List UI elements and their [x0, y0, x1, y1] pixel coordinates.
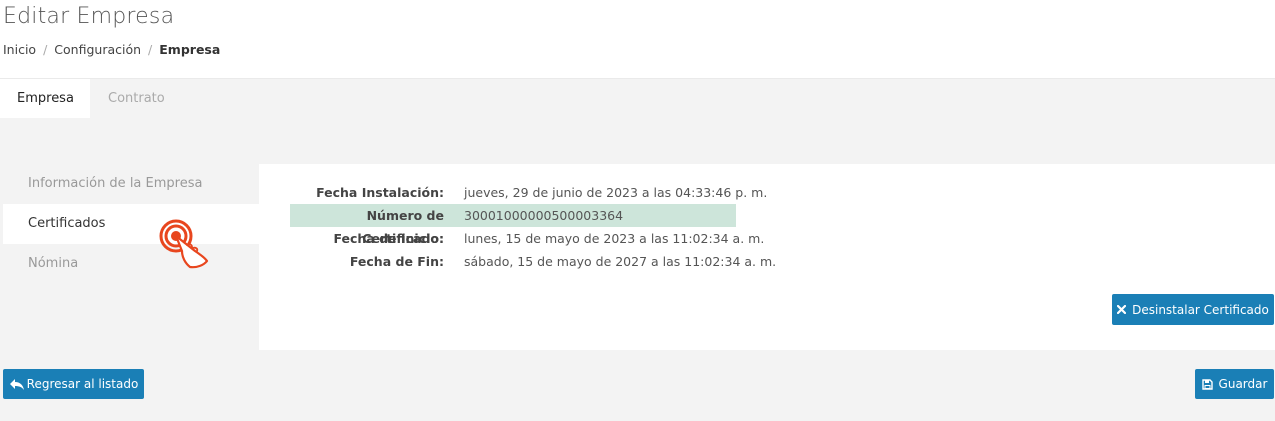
save-button[interactable]: Guardar	[1195, 369, 1274, 399]
side-item-nomina[interactable]: Nómina	[3, 244, 259, 284]
breadcrumb-separator: /	[43, 42, 48, 57]
info-label: Fecha de Fin:	[349, 254, 444, 269]
info-row-fecha-instalacion: Fecha Instalación: jueves, 29 de junio d…	[290, 181, 767, 204]
tap-hand-icon	[159, 219, 209, 269]
info-row-fecha-fin: Fecha de Fin: sábado, 15 de mayo de 2027…	[290, 250, 776, 273]
back-label: Regresar al listado	[26, 377, 139, 391]
save-label: Guardar	[1218, 377, 1268, 391]
side-menu: Información de la Empresa Certificados N…	[3, 164, 259, 284]
breadcrumb-item-configuracion[interactable]: Configuración	[54, 42, 141, 57]
uninstall-label: Desinstalar Certificado	[1132, 302, 1269, 317]
side-item-informacion[interactable]: Información de la Empresa	[3, 164, 259, 204]
reply-arrow-icon	[9, 378, 24, 390]
floppy-disk-icon	[1201, 378, 1213, 390]
info-value: sábado, 15 de mayo de 2027 a las 11:02:3…	[464, 254, 777, 269]
breadcrumb: Inicio / Configuración / Empresa	[3, 42, 220, 57]
info-value: lunes, 15 de mayo de 2023 a las 11:02:34…	[464, 231, 765, 246]
info-value: 30001000000500003364	[464, 208, 624, 223]
back-to-list-button[interactable]: Regresar al listado	[3, 369, 144, 399]
uninstall-certificate-button[interactable]: Desinstalar Certificado	[1112, 294, 1274, 325]
side-item-certificados[interactable]: Certificados	[3, 204, 259, 244]
info-row-fecha-inicio: Fecha de Inicio: lunes, 15 de mayo de 20…	[290, 227, 765, 250]
page-title: Editar Empresa	[3, 4, 175, 29]
x-icon	[1117, 305, 1127, 314]
info-label: Fecha de Inicio:	[333, 231, 445, 246]
breadcrumb-item-inicio[interactable]: Inicio	[3, 42, 36, 57]
tabs-bar: Empresa Contrato	[0, 78, 1275, 119]
breadcrumb-separator: /	[148, 42, 153, 57]
info-row-numero-certificado: Número de Certificado: 30001000000500003…	[290, 204, 736, 246]
info-value: jueves, 29 de junio de 2023 a las 04:33:…	[464, 185, 768, 200]
tab-contrato[interactable]: Contrato	[91, 79, 182, 119]
breadcrumb-item-empresa: Empresa	[159, 42, 221, 57]
tab-empresa[interactable]: Empresa	[0, 79, 90, 119]
info-label: Fecha Instalación:	[316, 185, 444, 200]
